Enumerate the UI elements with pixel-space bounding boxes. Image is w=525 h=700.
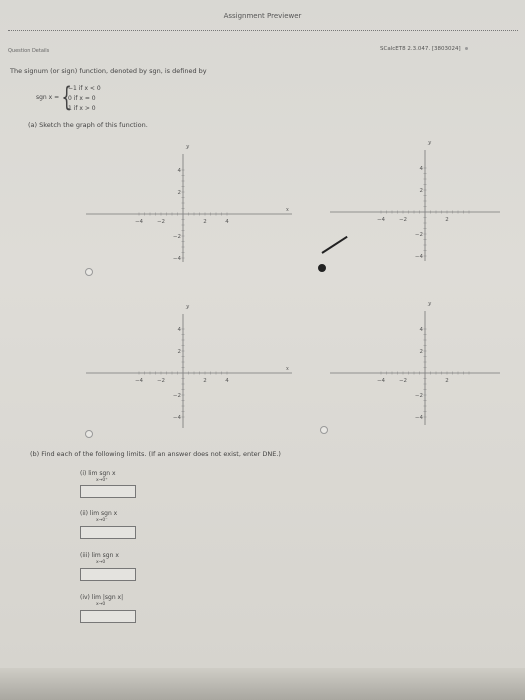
graph-option-2: −4 −2 2 4 2 −2 −4 y: [330, 136, 500, 261]
y-axis-label: y: [185, 304, 190, 310]
limit-i-label: (i) lim sgn x: [80, 470, 116, 477]
limit-ii-subscript: x→0⁻: [96, 518, 108, 523]
x-tick-label: −4: [377, 217, 386, 223]
y-axis-label: y: [427, 140, 432, 146]
more-icon[interactable]: [464, 47, 468, 50]
reference-text: SCalcET8 2.3.047. [3803024]: [380, 46, 461, 52]
graph-option-1-radio[interactable]: [85, 268, 93, 276]
y-tick-label: 4: [178, 168, 182, 174]
x-tick-label: −2: [157, 378, 165, 384]
limit-iv-answer-input[interactable]: [80, 610, 136, 623]
limit-i-subscript: x→0⁺: [96, 478, 108, 483]
x-axis-label: x: [286, 207, 290, 213]
limit-iii-subscript: x→0: [96, 560, 106, 565]
y-tick-label: −4: [415, 254, 424, 260]
y-tick-label: −4: [173, 256, 182, 262]
page-bottom-shadow: [0, 668, 525, 700]
graph-option-3-radio[interactable]: [85, 430, 93, 438]
limit-ii-label: (ii) lim sgn x: [80, 510, 118, 517]
graph-option-4-radio[interactable]: [320, 426, 328, 434]
case-zero: 0 if x = 0: [68, 95, 96, 102]
page-title: Assignment Previewer: [223, 12, 302, 20]
limit-iii: (iii) lim sgn x x→0: [80, 552, 119, 565]
x-tick-label: −4: [377, 378, 386, 384]
limit-ii-answer-input[interactable]: [80, 526, 136, 539]
x-tick-label: 2: [445, 378, 449, 384]
x-tick-label: −4: [135, 219, 144, 225]
graph-axes-svg: −4 −2 2 4 4 2 −2 −4 x y: [86, 304, 292, 428]
limit-ii: (ii) lim sgn x x→0⁻: [80, 510, 117, 523]
y-tick-label: 2: [420, 188, 424, 194]
graph-option-2-radio[interactable]: [318, 264, 326, 272]
graph-option-1: −4 −2 2 4 4 2 −2 −4 x y: [86, 140, 292, 262]
y-tick-label: −2: [415, 232, 423, 238]
limit-iii-answer-input[interactable]: [80, 568, 136, 581]
x-tick-label: −2: [157, 219, 165, 225]
limit-iii-label: (iii) lim sgn x: [80, 552, 119, 559]
graph-option-4: −4 −2 2 4 2 −2 −4 y: [330, 297, 500, 425]
part-b-prompt: (b) Find each of the following limits. (…: [30, 450, 281, 458]
graph-axes-svg: −4 −2 2 4 2 −2 −4 y: [330, 301, 500, 425]
y-tick-label: 2: [178, 190, 182, 196]
limit-i-answer-input[interactable]: [80, 485, 136, 498]
graph-axes-svg: −4 −2 2 4 2 −2 −4 y: [330, 140, 500, 261]
definition-cases: −1 if x < 0 0 if x = 0 1 if x > 0: [68, 84, 101, 114]
question-intro: The signum (or sign) function, denoted b…: [10, 67, 207, 75]
case-positive: 1 if x > 0: [68, 105, 96, 112]
y-tick-label: −4: [415, 415, 424, 421]
x-tick-label: 2: [445, 217, 449, 223]
x-tick-label: −2: [399, 217, 407, 223]
limit-iv-subscript: x→0: [96, 602, 106, 607]
x-tick-label: 4: [225, 219, 229, 225]
header-divider: [8, 30, 518, 31]
graph-option-3: −4 −2 2 4 4 2 −2 −4 x y: [86, 300, 292, 428]
y-tick-label: −2: [173, 393, 181, 399]
x-axis-label: x: [286, 366, 290, 372]
y-tick-label: 2: [420, 349, 424, 355]
limit-iv: (iv) lim |sgn x| x→0: [80, 594, 123, 607]
y-axis-label: y: [185, 144, 190, 150]
x-tick-label: −2: [399, 378, 407, 384]
x-tick-label: −4: [135, 378, 144, 384]
definition-lhs: sgn x =: [36, 94, 60, 101]
y-tick-label: −2: [173, 234, 181, 240]
graph-axes-svg: −4 −2 2 4 4 2 −2 −4 x y: [86, 144, 292, 262]
question-details-label: Question Details: [8, 48, 50, 54]
limit-iv-label: (iv) lim |sgn x|: [80, 594, 124, 601]
y-tick-label: 4: [420, 327, 424, 333]
x-tick-label: 4: [225, 378, 229, 384]
y-axis-label: y: [427, 301, 432, 307]
y-tick-label: 4: [420, 166, 424, 172]
y-tick-label: −2: [415, 393, 423, 399]
y-tick-label: 2: [178, 349, 182, 355]
y-tick-label: −4: [173, 415, 182, 421]
case-negative: −1 if x < 0: [68, 85, 101, 92]
part-a-prompt: (a) Sketch the graph of this function.: [28, 121, 148, 129]
question-reference: SCalcET8 2.3.047. [3803024]: [380, 46, 468, 52]
y-tick-label: 4: [178, 327, 182, 333]
limit-i: (i) lim sgn x x→0⁺: [80, 470, 116, 483]
x-tick-label: 2: [203, 378, 207, 384]
x-tick-label: 2: [203, 219, 207, 225]
